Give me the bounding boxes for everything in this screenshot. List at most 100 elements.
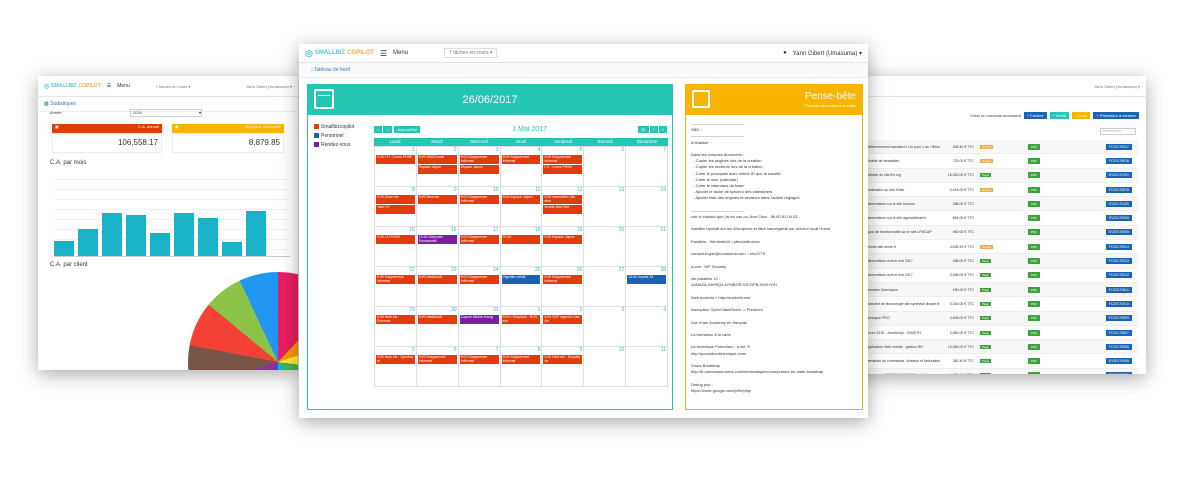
table-row[interactable]: refonte site annie.fr 4,635.20 € TTC Ouver… <box>866 240 1138 255</box>
calendar-event[interactable]: 9:00 Madimadi <box>417 315 457 324</box>
calendar-day[interactable]: 5 9:00 New etc : Synchro et <box>375 347 417 387</box>
document-ref-button[interactable]: FC20170512 <box>1105 272 1132 279</box>
calendar-event[interactable]: Espace Japon <box>459 165 499 174</box>
calendar-day[interactable]: 29 9:00 New etc : Potomac <box>375 307 417 347</box>
calendar-day[interactable]: 8 9:00 Easyservice Informat <box>500 347 543 387</box>
calendar-event[interactable]: 9:00 New etc : Synchro et <box>376 355 415 364</box>
calendar-day[interactable]: 9 9:00 New etc <box>416 187 459 227</box>
table-row[interactable]: Armoquie PRO 4,608.00 € TTC Payé PDF FC20170… <box>866 311 1138 326</box>
calendar-day[interactable]: 25 Vignette crit'air <box>500 267 543 307</box>
legend-item[interactable]: Rendez-vous <box>314 141 354 150</box>
calendar-event[interactable]: 9:00 Espace Japon <box>543 235 583 244</box>
calendar-day[interactable]: 1 9:00 L'Elephant : ROV anc <box>500 307 543 347</box>
calendar-event[interactable]: 9:00 Madimadi <box>417 275 457 284</box>
document-ref-button[interactable]: FC20170508 <box>1105 372 1132 374</box>
calendar-day[interactable]: 3 <box>584 307 627 347</box>
calendar-day[interactable]: 1 9:00 LTI : Cours PHSE <box>375 147 417 187</box>
prev-button[interactable]: < <box>374 125 383 133</box>
pdf-button[interactable]: PDF <box>1028 258 1040 265</box>
calendar-day[interactable]: 24 9:00 Easyservice Informat <box>458 267 501 307</box>
calendar-day[interactable]: 26 9:00 Easyservice Informat <box>542 267 585 307</box>
calendar-day[interactable]: 5 9:00 Easyservice Informat LTI : Cours PH… <box>542 147 585 187</box>
calendar-event[interactable]: 9:00 Espace Japon <box>501 195 541 204</box>
menu-label[interactable]: Menu <box>117 83 130 89</box>
table-row[interactable]: Interventions avril et mai 2017 3,936.00 … <box>866 269 1138 283</box>
calendar-day[interactable]: 9 9:00 New etc : Scopies de <box>542 347 585 387</box>
view-day-button[interactable]: 1 <box>658 125 667 133</box>
calendar-event[interactable]: 9:00 Easyservice Informat <box>459 235 499 244</box>
pdf-button[interactable]: PDF <box>1028 157 1040 164</box>
table-row[interactable]: Référencement standard 1 Go pour 1 an / … <box>866 140 1138 155</box>
table-row[interactable]: Application Web mobile - gestion RH 10,08… <box>866 340 1138 355</box>
pdf-button[interactable]: PDF <box>1028 343 1040 350</box>
menu-label[interactable]: Menu <box>393 50 408 56</box>
calendar-day[interactable]: 14 <box>626 187 668 227</box>
calendar-day[interactable]: 2 9:00 SMDDocks Espace Japon <box>416 147 459 187</box>
view-month-button[interactable]: 30 <box>638 125 649 133</box>
calendar-event[interactable]: LTI : Cours PHSE <box>543 165 583 174</box>
pdf-button[interactable]: PDF <box>1028 243 1040 250</box>
calendar-event[interactable]: Copine Michel Kouig <box>459 315 499 324</box>
view-week-button[interactable]: 7 <box>649 125 658 133</box>
calendar-day[interactable]: 7 9:00 Easyservice Informat <box>458 347 501 387</box>
pdf-button[interactable]: PDF <box>1028 200 1040 207</box>
calendar-day[interactable]: 10 9:00 Easyservice Informat <box>458 187 501 227</box>
document-ref-button[interactable]: DV20170100 <box>1105 200 1132 207</box>
task-select[interactable]: 7 tâches en cours ▾ <box>156 84 191 89</box>
table-row[interactable]: Ajout de fonctionnalité sur le site LFMC… <box>866 225 1138 241</box>
legend-item[interactable]: Personnel <box>314 132 354 141</box>
document-ref-button[interactable]: FC20170507 <box>1105 329 1132 336</box>
calendar-day[interactable]: 21 <box>626 227 668 267</box>
calendar-event[interactable]: 9:00 New etc : Potomac <box>376 315 415 324</box>
pdf-button[interactable]: PDF <box>1028 229 1040 236</box>
table-row[interactable]: Modèle de newsletter 720.00 € TTC Ouvert PD… <box>866 154 1138 169</box>
calendar-event[interactable]: 9:00 SMDDocks <box>417 155 457 164</box>
notes-body[interactable]: ----------------------------------------… <box>686 115 862 400</box>
table-row[interactable]: Refonte du site ffvi.org 16,320.00 € TTC P… <box>866 168 1138 183</box>
calendar-event[interactable]: 13:00 Impôts 1€ <box>627 275 666 284</box>
calendar-event[interactable]: 9:00 Easyservice Informat <box>501 155 541 164</box>
document-ref-button[interactable]: DV20170099 <box>1105 215 1132 222</box>
table-row[interactable]: Cours 2016 - JavaScript - ITAVETH 2,880.0… <box>866 326 1138 341</box>
table-row[interactable]: Transfert de technologie site synthèse l… <box>866 297 1138 312</box>
calendar-event[interactable]: 9:00 Easyservice Informat <box>543 155 583 164</box>
calendar-day[interactable]: 8 9:00 Dose etc Yael LTI <box>375 187 417 227</box>
calendar-day[interactable]: 30 9:00 Madimadi <box>416 307 459 347</box>
pdf-button[interactable]: PDF <box>1028 272 1040 279</box>
table-row[interactable]: Interventions avril et mai 2017 288.00 € … <box>866 254 1138 269</box>
pdf-button[interactable]: PDF <box>1028 315 1040 322</box>
calendar-day[interactable]: 12 9:00 Newsletter Ote ahm Modifs New Def <box>542 187 585 227</box>
calendar-day[interactable]: 23 9:00 Madimadi <box>416 267 459 307</box>
calendar-event[interactable]: 9:00 Easyservice Informat <box>543 275 583 284</box>
pdf-button[interactable]: PDF <box>1028 143 1040 150</box>
calendar-day[interactable]: 19 9:00 Espace Japon <box>542 227 585 267</box>
document-ref-button[interactable]: FC20170511 <box>1106 286 1132 293</box>
calendar-event[interactable]: 9:00 New etc : Scopies de <box>543 355 583 364</box>
calendar-day[interactable]: 4 9:00 Easyservice Informat <box>500 147 543 187</box>
calendar-event[interactable]: 9:00 Easyservice Informat <box>459 195 499 204</box>
document-ref-button[interactable]: FC20170515 <box>1105 186 1132 193</box>
calendar-event[interactable]: 9:00 Easyservice Informat <box>459 355 499 364</box>
calendar-event[interactable]: 21:00 <box>501 235 541 244</box>
calendar-day[interactable]: 28 13:00 Impôts 1€ <box>626 267 668 307</box>
calendar-event[interactable]: Vignette crit'air <box>501 275 541 284</box>
calendar-day[interactable]: 17 9:00 Easyservice Informat <box>458 227 501 267</box>
calendar-day[interactable]: 7 <box>626 147 668 187</box>
calendar-event[interactable]: 9:00 Easyservice Informat <box>459 275 499 284</box>
user-menu[interactable]: Yann Gibert (Umasuma) ▾ <box>793 50 862 57</box>
calendar-day[interactable]: 16 13:00 Déjeuner Emmanuell <box>416 227 459 267</box>
calendar-day[interactable]: 27 <box>584 267 627 307</box>
calendar-event[interactable]: 9:00 L'Elephant : ROV anc <box>501 315 541 324</box>
document-ref-button[interactable]: DV20170095 <box>1105 358 1132 365</box>
calendar-day[interactable]: 22 9:00 Easyservice Informat <box>375 267 417 307</box>
table-row[interactable]: Interventions sur le site agencelibrart.… <box>866 211 1138 226</box>
calendar-event[interactable]: 9:00 Newsletter Ote ahm <box>543 195 583 204</box>
hamburger-icon[interactable]: ☰ <box>380 49 387 58</box>
calendar-day[interactable]: 11 <box>626 347 668 387</box>
search-input[interactable]: Rechercher <box>1100 128 1136 135</box>
calendar-day[interactable]: 6 <box>584 147 627 187</box>
calendar-day[interactable]: 13 <box>584 187 627 227</box>
table-row[interactable]: Commande ENETS-0000000594 - Hébergement … <box>866 368 1138 374</box>
calendar-day[interactable]: 2 9:00 SOF Agence Lise Art <box>542 307 585 347</box>
today-button[interactable]: Aujourd'hui <box>394 125 421 133</box>
